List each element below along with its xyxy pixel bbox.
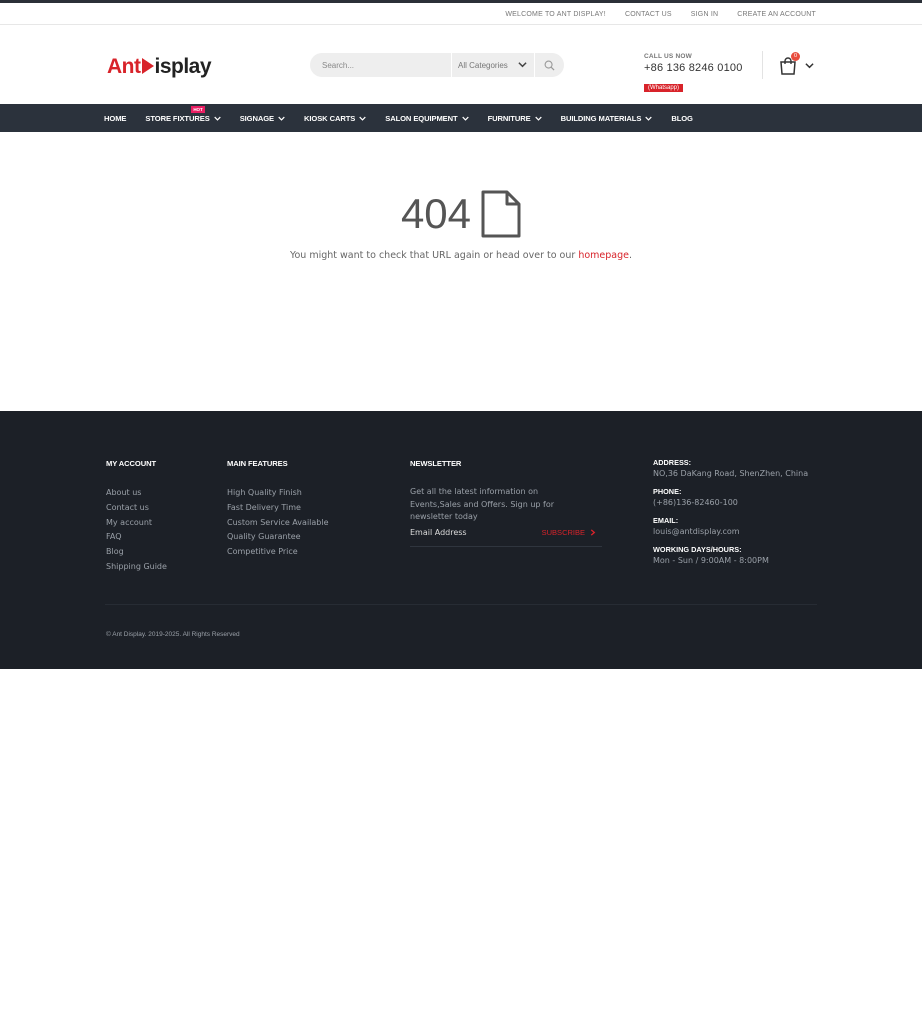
top-bar: WELCOME TO ANT DISPLAY! CONTACT US SIGN …: [0, 3, 922, 25]
footer-link-shipping[interactable]: Shipping Guide: [106, 560, 167, 575]
logo-text-ant: Ant: [107, 55, 141, 78]
logo-text-display: isplay: [154, 55, 212, 78]
welcome-text: WELCOME TO ANT DISPLAY!: [505, 10, 606, 18]
phone-number[interactable]: +86 136 8246 0100: [644, 62, 743, 74]
chevron-down-icon: [213, 116, 221, 121]
error-code-heading: 404: [401, 190, 521, 238]
search-icon: [544, 60, 555, 71]
nav-item-store-fixtures[interactable]: HOT STORE FIXTURES: [145, 105, 221, 123]
top-bar-links: WELCOME TO ANT DISPLAY! CONTACT US SIGN …: [505, 3, 816, 25]
newsletter-text: Get all the latest information on Events…: [410, 487, 555, 521]
file-icon: [481, 190, 521, 238]
newsletter-form: Email Address SUBSCRIBE: [410, 524, 602, 547]
footer-contact: ADDRESS: NO,36 DaKang Road, ShenZhen, Ch…: [653, 453, 808, 574]
homepage-link[interactable]: homepage: [578, 250, 629, 261]
nav-item-label: FURNITURE: [487, 113, 531, 123]
nav-item-label: KIOSK CARTS: [304, 113, 356, 123]
chevron-right-icon: [590, 529, 596, 536]
header: Ant isplay All Categories CALL US NOW +86…: [0, 26, 922, 104]
footer-newsletter: NEWSLETTER Get all the latest informatio…: [410, 459, 602, 547]
hot-badge: HOT: [191, 105, 205, 113]
nav-item-label: HOME: [104, 113, 127, 123]
whatsapp-badge[interactable]: (Whatsapp): [644, 84, 684, 92]
footer-heading: MY ACCOUNT: [106, 459, 157, 468]
nav-item-kiosk-carts[interactable]: KIOSK CARTS: [304, 114, 366, 123]
nav-item-signage[interactable]: SIGNAGE: [240, 114, 285, 123]
footer-link-my-account[interactable]: My account: [106, 516, 167, 531]
feature-item: Competitive Price: [227, 547, 298, 557]
logo-d-icon: [141, 58, 154, 74]
error-message-period: .: [629, 250, 633, 261]
call-us-label: CALL US NOW: [644, 53, 692, 60]
chevron-down-icon: [278, 116, 285, 121]
hours-label: WORKING DAYS/HOURS:: [653, 545, 742, 554]
phone-value[interactable]: (+86)136-82460-100: [653, 498, 808, 507]
error-code: 404: [400, 190, 472, 237]
subscribe-button[interactable]: SUBSCRIBE: [542, 528, 596, 537]
nav-item-furniture[interactable]: FURNITURE: [488, 114, 542, 123]
error-message-text: You might want to check that URL again o…: [289, 250, 576, 261]
nav-item-home[interactable]: HOME: [104, 114, 126, 123]
footer-link-contact[interactable]: Contact us: [106, 501, 167, 516]
search-input[interactable]: [322, 53, 447, 77]
footer-link-blog[interactable]: Blog: [106, 545, 167, 560]
error-section: 404 You might want to check that URL aga…: [0, 190, 922, 261]
footer-link-about[interactable]: About us: [106, 486, 167, 501]
category-select[interactable]: All Categories: [451, 53, 534, 77]
create-account-link[interactable]: CREATE AN ACCOUNT: [737, 11, 816, 18]
nav-item-label: BUILDING MATERIALS: [560, 113, 642, 123]
nav-item-label: STORE FIXTURES: [145, 113, 210, 123]
chevron-down-icon: [645, 116, 653, 121]
email-label: EMAIL:: [653, 516, 679, 525]
cart-button[interactable]: 0: [778, 52, 818, 78]
footer-main-features: MAIN FEATURES High Quality Finish Fast D…: [227, 459, 329, 560]
newsletter-email-input[interactable]: Email Address: [410, 528, 467, 537]
search-button[interactable]: [534, 53, 564, 77]
chevron-down-icon: [518, 62, 527, 68]
contact-us-link[interactable]: CONTACT US: [625, 11, 672, 18]
nav-item-blog[interactable]: BLOG: [671, 114, 693, 123]
feature-item: Fast Delivery Time: [227, 502, 301, 512]
feature-item: High Quality Finish: [227, 488, 302, 497]
chevron-down-icon: [461, 116, 469, 121]
email-value[interactable]: louis@antdisplay.com: [653, 527, 808, 536]
address-value: NO,36 DaKang Road, ShenZhen, China: [653, 469, 809, 478]
chevron-down-icon: [359, 116, 366, 121]
site-logo[interactable]: Ant isplay: [107, 55, 212, 79]
header-divider: [762, 51, 763, 79]
footer-divider: [105, 604, 817, 605]
chevron-down-icon: [805, 63, 814, 69]
search-bar: All Categories: [310, 53, 564, 77]
phone-label: PHONE:: [653, 487, 682, 496]
nav-item-building-materials[interactable]: BUILDING MATERIALS: [561, 114, 653, 123]
footer-heading: MAIN FEATURES: [227, 459, 288, 468]
footer-my-account: MY ACCOUNT About us Contact us My accoun…: [106, 459, 167, 575]
copyright-text: © Ant Display. 2019-2025. All Rights Res…: [106, 631, 240, 638]
address-label: ADDRESS:: [653, 458, 692, 467]
main-nav: HOME HOT STORE FIXTURES SIGNAGE KIOSK CA…: [0, 104, 922, 132]
nav-item-label: SIGNAGE: [239, 113, 275, 123]
nav-item-label: SALON EQUIPMENT: [385, 113, 458, 123]
feature-item: Custom Service Available: [227, 517, 329, 527]
footer: MY ACCOUNT About us Contact us My accoun…: [0, 411, 922, 669]
error-message: You might want to check that URL again o…: [0, 250, 922, 261]
category-select-value: All Categories: [458, 60, 508, 70]
subscribe-label: SUBSCRIBE: [541, 528, 585, 537]
nav-item-label: BLOG: [671, 113, 693, 123]
feature-item: Quality Guarantee: [227, 532, 301, 542]
call-us-block: CALL US NOW +86 136 8246 0100 (Whatsapp): [644, 53, 743, 93]
cart-count-badge: 0: [791, 52, 800, 61]
footer-link-faq[interactable]: FAQ: [106, 530, 167, 545]
nav-item-salon-equipment[interactable]: SALON EQUIPMENT: [385, 113, 469, 123]
chevron-down-icon: [534, 116, 542, 121]
hours-value: Mon - Sun / 9:00AM - 8:00PM: [653, 556, 769, 565]
footer-heading: NEWSLETTER: [410, 459, 462, 468]
sign-in-link[interactable]: SIGN IN: [691, 11, 718, 18]
